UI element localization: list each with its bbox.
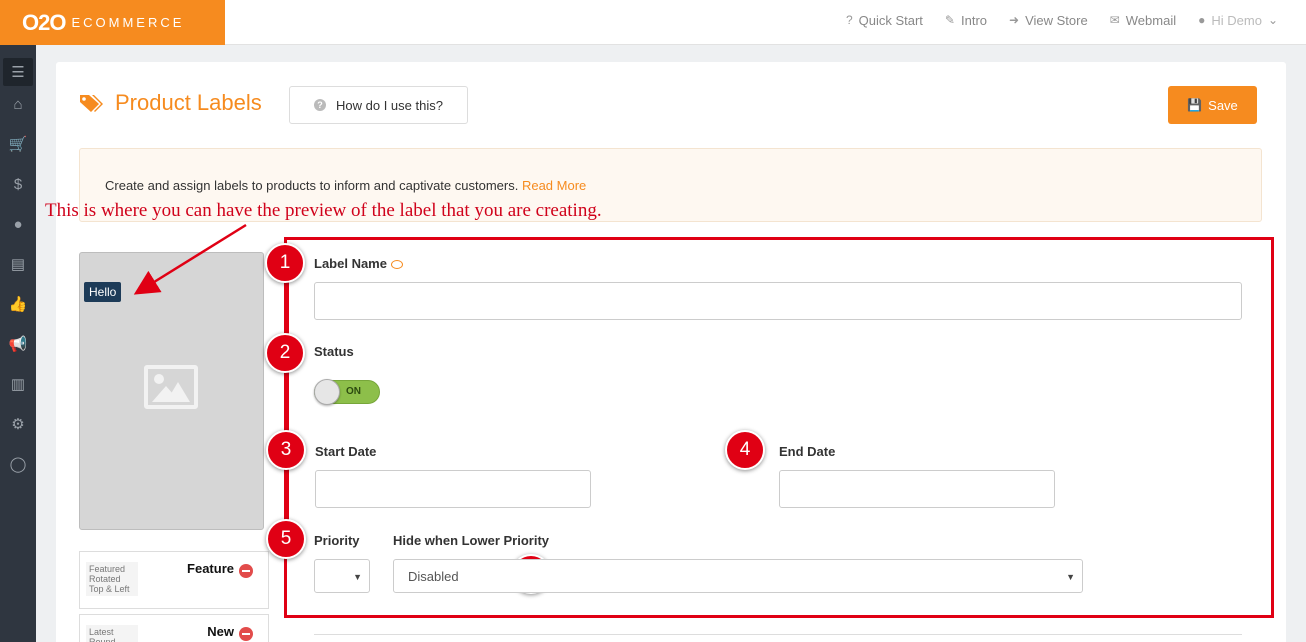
- nav-webmail[interactable]: ✉ Webmail: [1110, 13, 1176, 28]
- thumbs-up-icon[interactable]: 👍: [0, 289, 36, 319]
- save-button-label: Save: [1208, 97, 1238, 113]
- remove-icon[interactable]: [239, 564, 253, 578]
- step-badge-5: 5: [266, 519, 306, 559]
- label-list-item[interactable]: Latest Round New: [79, 614, 269, 642]
- menu-icon[interactable]: ☰: [3, 58, 33, 86]
- nav-label: Intro: [960, 12, 987, 28]
- question-icon: ?: [845, 13, 853, 27]
- logo-mark: O2O: [22, 9, 66, 35]
- info-description: Create and assign labels to products to …: [105, 178, 519, 193]
- envelope-icon: ✉: [1109, 13, 1120, 27]
- hide-lower-heading: Hide when Lower Priority: [393, 533, 550, 548]
- step-connector: [286, 263, 289, 553]
- user-icon: ●: [1198, 13, 1206, 27]
- magic-wand-icon: ✎: [944, 13, 955, 27]
- nav-view-store[interactable]: ➜ View Store: [1009, 13, 1088, 28]
- toggle-state: ON: [346, 386, 361, 397]
- preview-annotation: This is where you can have the preview o…: [45, 200, 602, 221]
- bar-chart-icon[interactable]: ▥: [0, 369, 36, 399]
- end-date-input[interactable]: [779, 470, 1055, 508]
- tags-icon: [80, 95, 103, 112]
- label-name-heading: Label Name: [314, 256, 403, 271]
- label-list-item[interactable]: Featured Rotated Top & Left Feature: [79, 551, 269, 609]
- nav-label: Hi Demo: [1211, 12, 1262, 28]
- step-badge-2: 2: [265, 333, 305, 373]
- nav-label: Webmail: [1125, 12, 1177, 28]
- top-nav: ? Quick Start ✎ Intro ➜ View Store ✉ Webmail…: [846, 0, 1278, 40]
- start-date-heading: Start Date: [315, 444, 377, 459]
- step-badge-1: 1: [265, 243, 305, 283]
- preview-label-tag: Hello: [84, 282, 122, 302]
- toggle-knob: [314, 379, 340, 405]
- read-more-link[interactable]: Read More: [522, 178, 586, 193]
- help-button-label: How do I use this?: [336, 97, 443, 113]
- divider: [314, 634, 1242, 635]
- question-circle-icon: ?: [314, 99, 327, 111]
- image-placeholder-icon: [144, 365, 198, 409]
- dollar-icon[interactable]: $: [0, 169, 36, 199]
- label-name-input[interactable]: [314, 282, 1242, 320]
- floppy-disk-icon: 💾: [1187, 98, 1203, 112]
- caret-down-icon: ▼: [353, 572, 362, 582]
- caret-down-icon: ▼: [1066, 572, 1075, 582]
- book-icon[interactable]: ▤: [0, 249, 36, 279]
- hide-lower-value: Disabled: [408, 568, 459, 584]
- label-name: Feature: [187, 561, 234, 576]
- nav-quick-start[interactable]: ? Quick Start: [846, 13, 923, 28]
- remove-icon[interactable]: [239, 627, 253, 641]
- nav-label: View Store: [1025, 12, 1088, 28]
- user-icon[interactable]: ●: [0, 209, 36, 239]
- home-icon[interactable]: ⌂: [0, 89, 36, 119]
- nav-label: Quick Start: [858, 12, 923, 28]
- comment-icon[interactable]: [390, 260, 403, 269]
- info-text: Create and assign labels to products to …: [105, 178, 586, 193]
- step-badge-3: 3: [266, 430, 306, 470]
- status-toggle[interactable]: ON: [314, 379, 380, 405]
- sidebar: ☰ ⌂ 🛒 $ ● ▤ 👍 📢 ▥ ⚙ ◯: [0, 45, 36, 642]
- nav-intro[interactable]: ✎ Intro: [945, 13, 987, 28]
- save-button[interactable]: 💾 Save: [1168, 86, 1257, 124]
- page-title-text: Product Labels: [115, 90, 262, 115]
- top-bar: O2O ECOMMERCE ? Quick Start ✎ Intro ➜ View …: [0, 0, 1306, 45]
- cart-icon[interactable]: 🛒: [0, 129, 36, 159]
- chevron-down-icon: ⌄: [1267, 13, 1278, 27]
- label-preview: Hello: [79, 252, 264, 530]
- priority-heading: Priority: [314, 533, 360, 548]
- label-name: New: [207, 624, 234, 639]
- chat-icon[interactable]: ◯: [0, 449, 36, 479]
- cogs-icon[interactable]: ⚙: [0, 409, 36, 439]
- hide-lower-select[interactable]: Disabled ▼: [393, 559, 1083, 593]
- label-name-text: Label Name: [314, 256, 387, 271]
- sign-in-icon: ➜: [1009, 13, 1020, 27]
- priority-select[interactable]: ▼: [314, 559, 370, 593]
- status-heading: Status: [314, 344, 354, 359]
- step-badge-4: 4: [725, 430, 765, 470]
- logo-text: ECOMMERCE: [71, 15, 185, 30]
- brand-logo[interactable]: O2O ECOMMERCE: [0, 0, 225, 45]
- label-thumb: Featured Rotated Top & Left: [86, 562, 138, 596]
- start-date-input[interactable]: [315, 470, 591, 508]
- nav-user-menu[interactable]: ● Hi Demo ⌄: [1198, 13, 1278, 28]
- help-button[interactable]: ? How do I use this?: [289, 86, 468, 124]
- end-date-heading: End Date: [779, 444, 836, 459]
- megaphone-icon[interactable]: 📢: [0, 329, 36, 359]
- label-thumb: Latest Round: [86, 625, 138, 642]
- page-title: Product Labels: [79, 90, 262, 116]
